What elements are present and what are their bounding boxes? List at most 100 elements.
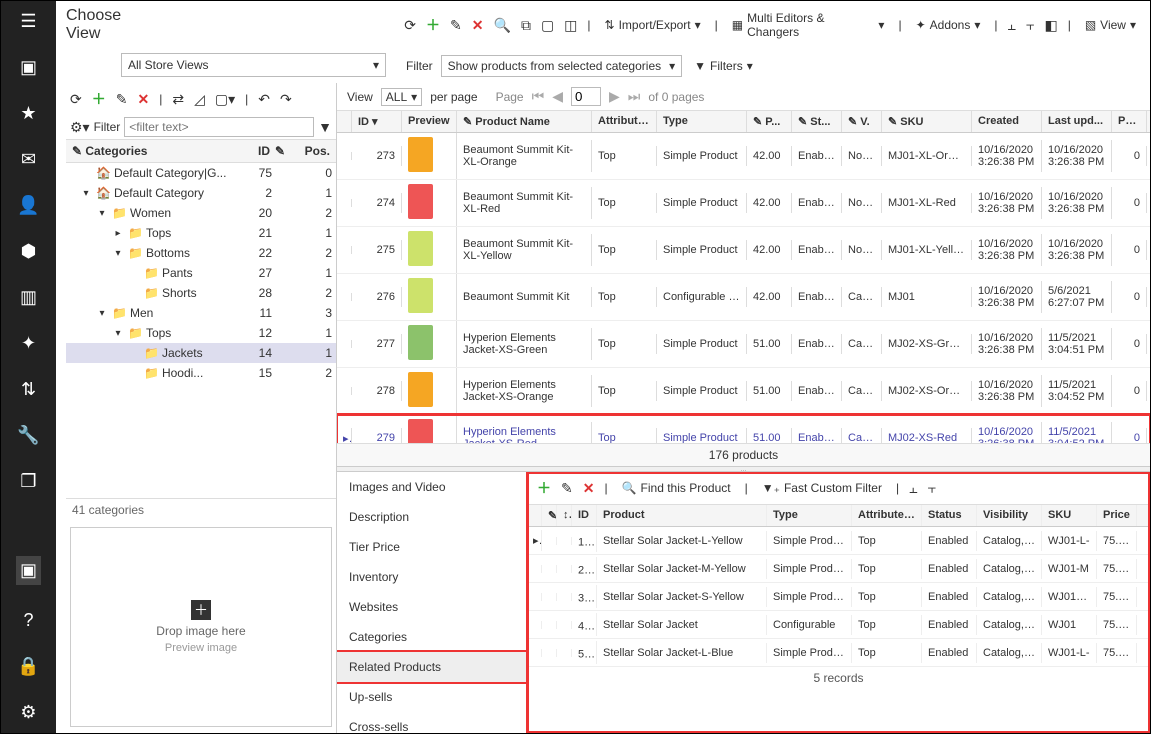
- find-product-button[interactable]: 🔍 Find this Product: [618, 479, 735, 497]
- detail-tab[interactable]: Description: [337, 502, 526, 532]
- undo-icon[interactable]: ↶: [258, 91, 270, 108]
- product-row[interactable]: 276Beaumont Summit KitTopConfigurable Pr…: [337, 274, 1150, 321]
- category-row[interactable]: ▸📁Tops211: [66, 223, 336, 243]
- category-row[interactable]: 📁Shorts282: [66, 283, 336, 303]
- add-icon[interactable]: ＋: [426, 15, 440, 35]
- related-column-header[interactable]: ✎: [542, 505, 557, 526]
- filter-funnel-icon[interactable]: ▼: [318, 119, 332, 135]
- t3-icon[interactable]: ◧: [1044, 17, 1057, 34]
- category-row[interactable]: 📁Jackets141: [66, 343, 336, 363]
- product-row[interactable]: 277Hyperion Elements Jacket-XS-GreenTopS…: [337, 321, 1150, 368]
- grid-column-header[interactable]: ✎ Product Name: [457, 111, 592, 132]
- grid-column-header[interactable]: Last upd...: [1042, 111, 1112, 132]
- paste-icon[interactable]: ▢: [541, 17, 554, 34]
- page-input[interactable]: [571, 87, 601, 106]
- category-row[interactable]: 🏠Default Category|G...750: [66, 163, 336, 183]
- delete-icon[interactable]: ✕: [472, 17, 484, 34]
- store-view-select[interactable]: All Store Views▾: [121, 53, 386, 83]
- related-column-header[interactable]: ID: [572, 505, 597, 526]
- filter-select[interactable]: Show products from selected categories ▾: [441, 55, 682, 77]
- gear-settings-icon[interactable]: ⚙▾: [70, 119, 90, 136]
- t1-icon[interactable]: ⫠: [1008, 17, 1016, 34]
- view-all-select[interactable]: ALL ▾: [381, 88, 422, 106]
- product-row[interactable]: ▸279Hyperion Elements Jacket-XS-RedTopSi…: [337, 415, 1150, 443]
- import-export-button[interactable]: ⇅ Import/Export ▾: [601, 16, 705, 34]
- box-icon[interactable]: ▣: [16, 556, 41, 585]
- product-row[interactable]: 275Beaumont Summit Kit-XL-YellowTopSimpl…: [337, 227, 1150, 274]
- related-row[interactable]: 4122Stellar Solar JacketConfigurableTopE…: [527, 611, 1150, 639]
- swap-icon[interactable]: ⇅: [21, 379, 36, 400]
- copy-icon[interactable]: ⧉: [521, 17, 531, 34]
- grid-column-header[interactable]: Created: [972, 111, 1042, 132]
- grid-column-header[interactable]: ✎ SKU: [882, 111, 972, 132]
- related-column-header[interactable]: SKU: [1042, 505, 1097, 526]
- related-column-header[interactable]: Status: [922, 505, 977, 526]
- related-row[interactable]: 2122Stellar Solar Jacket-M-YellowSimple …: [527, 555, 1150, 583]
- shop-icon[interactable]: ⬢: [21, 241, 37, 262]
- detail-tab[interactable]: Categories: [337, 622, 526, 652]
- grid-column-header[interactable]: Attribute...: [592, 111, 657, 132]
- layout1-icon[interactable]: ⫠: [909, 480, 917, 497]
- grid-column-header[interactable]: [337, 111, 352, 132]
- related-row[interactable]: 5122Stellar Solar Jacket-L-BlueSimple Pr…: [527, 639, 1150, 667]
- grid-column-header[interactable]: ✎ St...: [792, 111, 842, 132]
- detail-tab[interactable]: Inventory: [337, 562, 526, 592]
- prev-page-icon[interactable]: ◀: [552, 88, 563, 105]
- view-button[interactable]: ▧ View ▾: [1081, 16, 1140, 34]
- related-column-header[interactable]: [527, 505, 542, 526]
- category-row[interactable]: ▾📁Men113: [66, 303, 336, 323]
- inbox-icon[interactable]: ✉: [21, 149, 36, 170]
- tool1-icon[interactable]: ◿: [194, 91, 205, 108]
- layers-icon[interactable]: ❐: [20, 471, 36, 492]
- product-row[interactable]: 278Hyperion Elements Jacket-XS-OrangeTop…: [337, 368, 1150, 415]
- last-page-icon[interactable]: ⏭: [628, 88, 641, 105]
- related-column-header[interactable]: Price: [1097, 505, 1137, 526]
- rel-add-icon[interactable]: ＋: [537, 478, 551, 498]
- star-icon[interactable]: ★: [20, 103, 36, 124]
- category-row[interactable]: ▾📁Women202: [66, 203, 336, 223]
- related-row[interactable]: ▸1122Stellar Solar Jacket-L-YellowSimple…: [527, 527, 1150, 555]
- grid-column-header[interactable]: Type: [657, 111, 747, 132]
- grid-column-header[interactable]: ✎ V.: [842, 111, 882, 132]
- grid-column-header[interactable]: Preview: [402, 111, 457, 132]
- lock-icon[interactable]: 🔒: [17, 656, 39, 677]
- multi-editors-button[interactable]: ▦ Multi Editors & Changers ▾: [728, 9, 889, 41]
- grid-column-header[interactable]: ID ▾: [352, 111, 402, 132]
- gear-icon[interactable]: ⚙: [20, 702, 36, 723]
- category-row[interactable]: 📁Hoodi...152: [66, 363, 336, 383]
- refresh-cat-icon[interactable]: ⟳: [70, 91, 82, 108]
- related-column-header[interactable]: ↕: [557, 505, 572, 526]
- menu-icon[interactable]: ☰: [20, 11, 36, 32]
- grid-column-header[interactable]: Po...: [1112, 111, 1147, 132]
- tool2-icon[interactable]: ▢▾: [215, 91, 235, 108]
- related-column-header[interactable]: Product: [597, 505, 767, 526]
- first-page-icon[interactable]: ⏮: [532, 88, 545, 105]
- chart-icon[interactable]: ▥: [20, 287, 37, 308]
- t2-icon[interactable]: ⫟: [1026, 17, 1034, 34]
- detail-tab[interactable]: Tier Price: [337, 532, 526, 562]
- detail-tab[interactable]: Up-sells: [337, 682, 526, 712]
- help-icon[interactable]: ?: [23, 610, 33, 631]
- category-row[interactable]: 📁Pants271: [66, 263, 336, 283]
- edit-cat-icon[interactable]: ✎: [116, 91, 128, 108]
- puzzle-icon[interactable]: ✦: [21, 333, 36, 354]
- refresh-icon[interactable]: ⟳: [404, 17, 416, 34]
- clone-icon[interactable]: ◫: [564, 17, 577, 34]
- rel-delete-icon[interactable]: ✕: [583, 480, 595, 497]
- search-icon[interactable]: 🔍: [494, 17, 511, 34]
- fast-filter-button[interactable]: ▼₊ Fast Custom Filter: [758, 479, 886, 497]
- addons-button[interactable]: ✦ Addons ▾: [912, 16, 985, 34]
- detail-tab[interactable]: Related Products: [337, 652, 526, 682]
- layout2-icon[interactable]: ⫟: [928, 480, 936, 497]
- user-icon[interactable]: 👤: [17, 195, 39, 216]
- category-row[interactable]: ▾📁Tops121: [66, 323, 336, 343]
- category-row[interactable]: ▾📁Bottoms222: [66, 243, 336, 263]
- add-cat-icon[interactable]: ＋: [92, 89, 106, 109]
- grid-column-header[interactable]: ✎ P...: [747, 111, 792, 132]
- related-column-header[interactable]: Attribute Se: [852, 505, 922, 526]
- edit-icon[interactable]: ✎: [450, 17, 462, 34]
- product-row[interactable]: 273Beaumont Summit Kit-XL-OrangeTopSimpl…: [337, 133, 1150, 180]
- rel-edit-icon[interactable]: ✎: [561, 480, 573, 497]
- folder-icon[interactable]: ▣: [20, 57, 37, 78]
- next-page-icon[interactable]: ▶: [609, 88, 620, 105]
